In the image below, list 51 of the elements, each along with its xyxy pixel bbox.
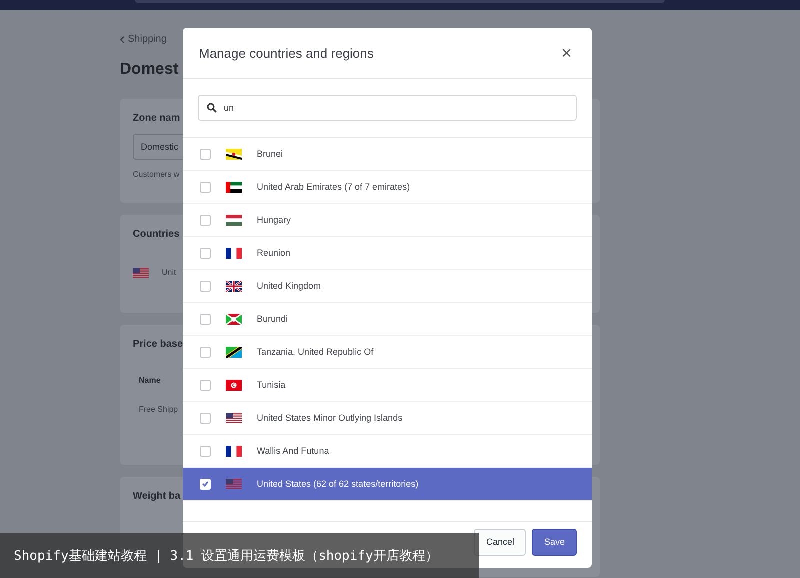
flag-icon — [226, 248, 242, 258]
checkbox[interactable] — [200, 280, 211, 292]
flag-icon — [226, 314, 242, 324]
country-name: Brunei — [257, 149, 284, 159]
country-name: Unit — [162, 268, 176, 277]
flag-icon — [226, 412, 242, 424]
country-name: United Arab Emirates (7 of 7 emirates) — [257, 182, 410, 192]
country-name: Reunion — [257, 248, 291, 258]
card-heading: Weight ba — [133, 491, 181, 502]
flag-icon — [226, 280, 242, 292]
page-title: Domest — [120, 61, 179, 79]
checkbox[interactable] — [200, 446, 211, 456]
checkbox[interactable] — [200, 380, 211, 390]
country-name: Wallis And Futuna — [257, 446, 330, 456]
table-cell: Free Shipp — [139, 405, 178, 414]
country-name: United States (62 of 62 states/territories) — [257, 479, 419, 489]
checkbox[interactable] — [200, 148, 211, 160]
checkbox[interactable] — [200, 412, 211, 424]
flag-icon — [226, 346, 242, 358]
checkbox[interactable] — [200, 182, 211, 192]
flag-icon — [226, 446, 242, 456]
save-button[interactable]: Save — [532, 528, 577, 556]
flag-icon — [226, 478, 242, 490]
checkbox[interactable] — [200, 214, 211, 226]
checkbox[interactable] — [200, 346, 211, 358]
search-field[interactable]: un — [198, 95, 577, 121]
country-name: Tunisia — [257, 380, 286, 390]
flag-icon — [226, 214, 242, 226]
search-icon — [207, 103, 217, 113]
help-text: Customers w — [133, 170, 180, 179]
modal-title: Manage countries and regions — [199, 46, 374, 60]
country-name: United States Minor Outlying Islands — [257, 413, 403, 423]
flag-icon — [226, 380, 242, 390]
card-heading: Zone nam — [133, 113, 180, 124]
column-header: Name — [139, 376, 161, 385]
card-heading: Price base — [133, 339, 184, 350]
card-heading: Countries — [133, 229, 180, 240]
country-name: Tanzania, United Republic Of — [257, 347, 374, 357]
country-name: Burundi — [257, 314, 288, 324]
country-item[interactable]: United States (62 of 62 states/territories) — [183, 468, 592, 501]
country-name: Hungary — [257, 215, 292, 225]
flag-icon — [226, 182, 242, 192]
cancel-button[interactable]: Cancel — [474, 528, 526, 556]
close-button[interactable]: × — [557, 44, 576, 62]
checkbox[interactable] — [200, 314, 211, 324]
chevron-left-icon — [120, 36, 125, 44]
checkbox[interactable] — [200, 248, 211, 258]
flag-icon — [226, 148, 242, 160]
flag-icon — [133, 268, 149, 279]
country-name: United Kingdom — [257, 281, 322, 291]
video-caption: Shopify基础建站教程 | 3.1 设置通用运费模板（shopify开店教程） — [14, 548, 438, 564]
